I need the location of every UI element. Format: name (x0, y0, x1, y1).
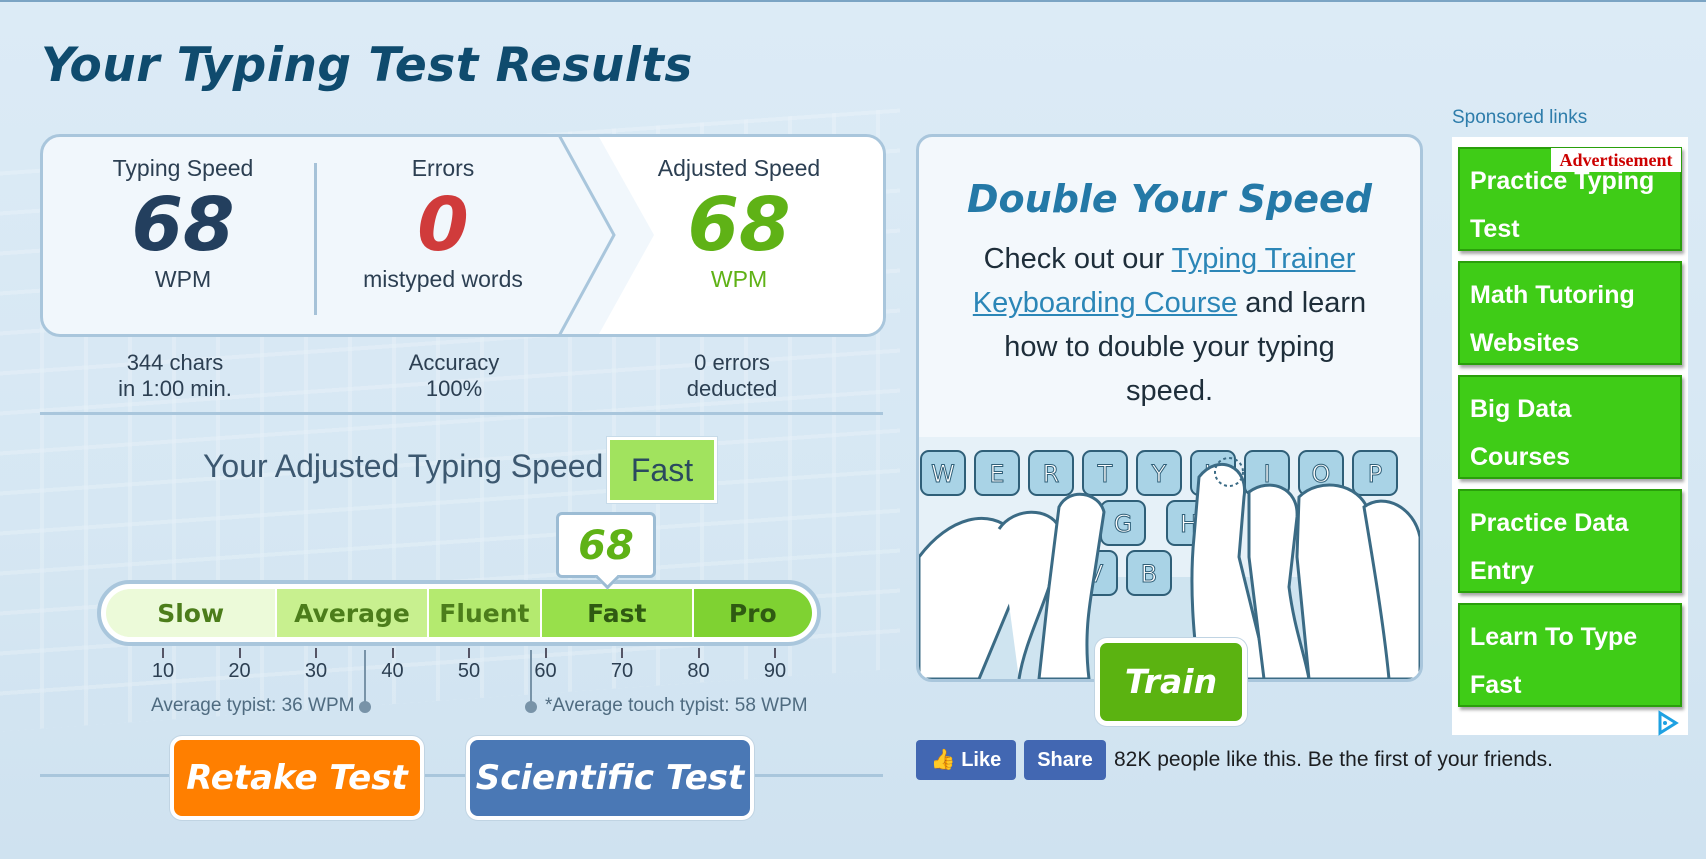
promo-card: Double Your Speed Check out our Typing T… (916, 134, 1423, 682)
sponsored-ad-link[interactable]: Practice Data Entry (1458, 489, 1682, 593)
speed-scale-bar: Slow Average Fluent Fast Pro (97, 580, 821, 646)
top-border (0, 0, 1706, 2)
errors-value: 0 (417, 182, 469, 268)
promo-title: Double Your Speed (967, 177, 1372, 221)
keyboard-key: T (1082, 450, 1128, 496)
promo-text-before: Check out our (983, 243, 1165, 275)
scale-segment-average: Average (277, 589, 429, 637)
errors-deducted-stat: 0 errors deducted (652, 350, 812, 402)
svg-text:P: P (1368, 460, 1382, 488)
scale-tick-label: 20 (228, 660, 251, 682)
svg-text:B: B (1141, 560, 1157, 588)
keyboard-key: W (920, 450, 966, 496)
keyboard-key: P (1352, 450, 1398, 496)
chars-count: 344 chars (126, 350, 224, 375)
scale-tick-label: 40 (381, 660, 404, 682)
errors-label: Errors (411, 155, 475, 181)
typing-speed-value: 68 (131, 182, 235, 268)
speed-scale-segments: Slow Average Fluent Fast Pro (106, 589, 812, 637)
scale-tick-label: 90 (763, 660, 787, 682)
rating-prefix: Your Adjusted Typing Speed is (203, 448, 636, 484)
average-typist-pin (364, 650, 366, 706)
svg-text:W: W (931, 460, 955, 488)
scale-tick (697, 648, 700, 658)
typing-speed-label: Typing Speed (112, 155, 254, 181)
sponsored-ad-link[interactable]: Big Data Courses (1458, 375, 1682, 479)
rating-badge: Fast (607, 437, 717, 503)
accuracy-stat: Accuracy 100% (374, 350, 534, 402)
adjusted-speed-unit: WPM (710, 266, 768, 292)
thumbs-up-icon: 👍 (930, 749, 956, 771)
scale-segment-fluent: Fluent (428, 589, 543, 637)
svg-text:E: E (989, 460, 1004, 488)
touch-typist-pin (530, 650, 532, 706)
scale-tick (315, 648, 317, 658)
accuracy-value: 100% (425, 376, 483, 401)
svg-text:G: G (1114, 510, 1133, 538)
scale-tick (391, 648, 394, 658)
errors-stat: Errors 0 mistyped words (343, 137, 543, 293)
adjusted-speed-stat: Adjusted Speed 68 WPM (629, 137, 849, 293)
chars-stat: 344 chars in 1:00 min. (95, 350, 255, 402)
facebook-like-count: 82K people like this. Be the first of yo… (1114, 748, 1553, 771)
scale-tick (238, 648, 241, 658)
sponsored-ad-link[interactable]: Learn To Type Fast (1458, 603, 1682, 707)
scale-segment-pro: Pro (693, 589, 812, 637)
promo-text: Check out our Typing Trainer Keyboarding… (959, 237, 1380, 413)
scale-segment-slow: Slow (106, 589, 278, 637)
facebook-share-button[interactable]: Share (1024, 740, 1106, 780)
accuracy-label: Accuracy (408, 350, 500, 375)
advertisement-label: Advertisement (1551, 148, 1681, 172)
keyboard-key: Y (1136, 450, 1182, 496)
scale-tick-label: 70 (610, 660, 634, 682)
errors-note: deducted (686, 376, 778, 401)
scale-tick-label: 80 (687, 660, 710, 682)
adchoices-icon[interactable] (1654, 710, 1680, 736)
adjusted-speed-value: 68 (687, 182, 791, 268)
sponsored-links-label: Sponsored links (1452, 107, 1588, 128)
typing-speed-stat: Typing Speed 68 WPM (83, 137, 283, 293)
bottom-divider (40, 774, 883, 777)
scale-tick-label: 10 (151, 660, 175, 682)
sponsored-ad-link[interactable]: Math Tutoring Websites (1458, 261, 1682, 365)
scale-tick (468, 648, 470, 658)
adjusted-speed-label: Adjusted Speed (657, 155, 821, 181)
keyboard-key: G (1100, 500, 1146, 546)
scale-tick (621, 648, 623, 658)
train-button[interactable]: Train (1095, 638, 1247, 726)
section-divider (40, 412, 883, 415)
speed-marker: 68 (556, 512, 656, 578)
keyboard-key: E (974, 450, 1020, 496)
scale-tick (544, 648, 547, 658)
scale-tick-label: 50 (457, 660, 481, 682)
stat-divider (314, 163, 317, 315)
scale-tick (162, 648, 164, 658)
keyboard-key: R (1028, 450, 1074, 496)
retake-test-button[interactable]: Retake Test (170, 736, 424, 820)
svg-text:R: R (1043, 460, 1060, 488)
average-typist-dot (359, 701, 371, 713)
results-card: Typing Speed 68 WPM Errors 0 mistyped wo… (40, 134, 886, 337)
touch-typist-label: *Average touch typist: 58 WPM (545, 695, 808, 716)
like-label: Like (961, 749, 1002, 771)
scale-tick (774, 648, 776, 658)
keyboard-key: B (1126, 550, 1172, 596)
errors-count: 0 errors (694, 350, 770, 375)
scale-tick-label: 30 (304, 660, 328, 682)
facebook-like-button[interactable]: 👍 Like (916, 740, 1016, 780)
errors-unit: mistyped words (363, 266, 523, 292)
scientific-test-button[interactable]: Scientific Test (466, 736, 754, 820)
touch-typist-dot (525, 701, 537, 713)
svg-text:Y: Y (1151, 460, 1167, 488)
chars-time: in 1:00 min. (118, 376, 232, 401)
page-title: Your Typing Test Results (41, 38, 693, 93)
average-typist-label: Average typist: 36 WPM (151, 695, 355, 716)
ad-container: Practice Typing Test Math Tutoring Websit… (1452, 137, 1688, 735)
typing-speed-unit: WPM (154, 266, 212, 292)
scale-segment-fast: Fast (542, 589, 694, 637)
svg-text:T: T (1097, 460, 1113, 488)
